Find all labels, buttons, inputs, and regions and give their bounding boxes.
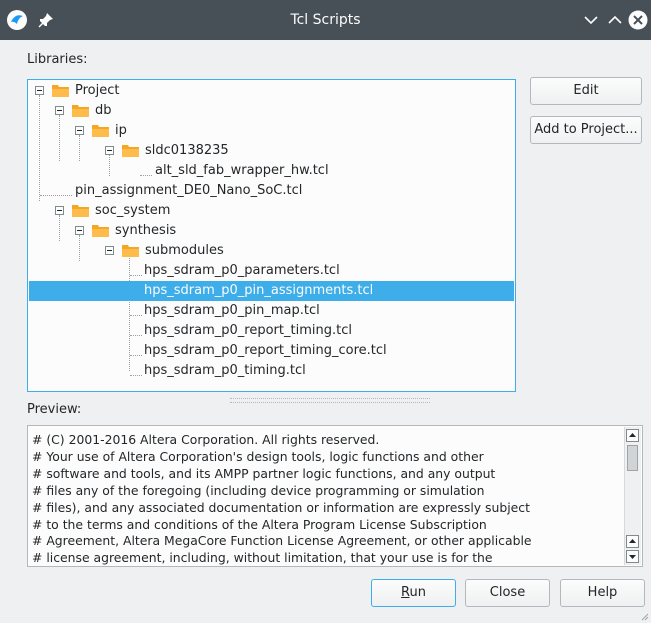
tree-item-label: Project [75, 83, 120, 98]
tree-item-label: hps_sdram_p0_report_timing.tcl [144, 323, 352, 338]
edit-button[interactable]: Edit [530, 77, 642, 105]
tree-item-label: soc_system [95, 203, 171, 218]
tree-item-synthesis[interactable]: synthesis [28, 221, 228, 241]
tree-item-label: hps_sdram_p0_timing.tcl [144, 363, 306, 378]
preview-line: # license agreement, including, without … [32, 550, 493, 566]
window-title: Tcl Scripts [290, 12, 361, 28]
splitter-handle[interactable] [230, 398, 430, 403]
tree-item-label: db [95, 103, 112, 118]
arrow-up-icon [629, 539, 636, 543]
tree-item-label: sldc0138235 [145, 143, 229, 158]
preview-textarea[interactable]: # (C) 2001-2016 Altera Corporation. All … [27, 425, 643, 567]
preview-line: # files any of the foregoing (including … [32, 482, 485, 498]
preview-line: # Agreement, Altera MegaCore Function Li… [32, 533, 532, 549]
close-button[interactable]: Close [465, 579, 550, 607]
folder-icon [92, 225, 109, 237]
tree-item-label: submodules [145, 243, 224, 258]
run-label: un [409, 585, 426, 600]
collapse-icon[interactable] [105, 146, 114, 155]
tree-item-pin-assignment-de0-nano-soc[interactable]: pin_assignment_DE0_Nano_SoC.tcl [28, 181, 348, 201]
tree-item-hps-sdram-p0-timing[interactable]: hps_sdram_p0_timing.tcl [28, 361, 388, 381]
tree-item-hps-sdram-p0-parameters[interactable]: hps_sdram_p0_parameters.tcl [28, 261, 388, 281]
chevron-up-icon[interactable] [605, 10, 625, 30]
tree-item-sldc0138235[interactable]: sldc0138235 [28, 141, 288, 161]
scroll-up-button[interactable] [626, 429, 639, 442]
add-to-project-button[interactable]: Add to Project... [530, 116, 642, 144]
scrollbar-thumb[interactable] [627, 445, 638, 471]
collapse-icon[interactable] [75, 226, 84, 235]
preview-line: # to the terms and conditions of the Alt… [32, 516, 487, 532]
resize-grip-icon[interactable] [639, 611, 649, 621]
tree-item-label: ip [115, 123, 127, 138]
tree-item-project[interactable]: Project [28, 81, 228, 101]
tree-item-alt-sld-fab-wrapper-hw[interactable]: alt_sld_fab_wrapper_hw.tcl [28, 161, 348, 181]
collapse-icon[interactable] [105, 246, 114, 255]
folder-icon [52, 85, 69, 97]
title-bar: Tcl Scripts [0, 0, 651, 40]
collapse-icon[interactable] [55, 206, 64, 215]
tree-item-label: hps_sdram_p0_pin_map.tcl [144, 303, 320, 318]
scroll-down-button[interactable] [626, 550, 639, 563]
collapse-icon[interactable] [55, 106, 64, 115]
chevron-down-icon[interactable] [581, 10, 601, 30]
preview-text: # (C) 2001-2016 Altera Corporation. All … [32, 432, 622, 566]
folder-icon [92, 125, 109, 137]
tree-item-label: hps_sdram_p0_report_timing_core.tcl [144, 343, 387, 358]
scroll-up-button-lower[interactable] [626, 535, 639, 548]
folder-icon [122, 145, 139, 157]
folder-icon [122, 245, 139, 257]
tree-item-hps-sdram-p0-pin-map[interactable]: hps_sdram_p0_pin_map.tcl [28, 301, 388, 321]
preview-line: # software and tools, and its AMPP partn… [32, 465, 496, 481]
close-icon[interactable] [628, 10, 648, 30]
tree-item-submodules[interactable]: submodules [28, 241, 268, 261]
collapse-icon[interactable] [75, 126, 84, 135]
tree-item-db[interactable]: db [28, 101, 228, 121]
arrow-up-icon [629, 433, 636, 437]
preview-line: # Your use of Altera Corporation's desig… [32, 448, 484, 464]
run-button[interactable]: Run [371, 579, 456, 607]
preview-scrollbar[interactable] [624, 427, 641, 565]
tree-item-label: pin_assignment_DE0_Nano_SoC.tcl [75, 183, 303, 198]
tree-item-hps-sdram-p0-report-timing[interactable]: hps_sdram_p0_report_timing.tcl [28, 321, 388, 341]
collapse-icon[interactable] [35, 86, 44, 95]
tree-item-label: synthesis [115, 223, 177, 238]
tree-item-soc-system[interactable]: soc_system [28, 201, 228, 221]
libraries-tree[interactable]: Project db ip sldc0138235 alt_sld_fab_wr… [27, 79, 516, 392]
preview-label: Preview: [27, 402, 82, 417]
libraries-label: Libraries: [27, 52, 88, 67]
preview-line: # (C) 2001-2016 Altera Corporation. All … [32, 432, 380, 447]
help-button[interactable]: Help [560, 579, 645, 607]
preview-line: # files), and any associated documentati… [32, 499, 530, 515]
tree-item-label: hps_sdram_p0_parameters.tcl [144, 263, 340, 278]
folder-icon [72, 105, 89, 117]
tree-item-hps-sdram-p0-report-timing-core[interactable]: hps_sdram_p0_report_timing_core.tcl [28, 341, 408, 361]
tree-item-label: alt_sld_fab_wrapper_hw.tcl [155, 163, 329, 178]
tree-item-label: hps_sdram_p0_pin_assignments.tcl [144, 283, 374, 298]
folder-icon [72, 205, 89, 217]
tree-item-ip[interactable]: ip [28, 121, 228, 141]
tree-item-hps-sdram-p0-pin-assignments[interactable]: hps_sdram_p0_pin_assignments.tcl [29, 281, 514, 301]
arrow-down-icon [629, 555, 636, 559]
